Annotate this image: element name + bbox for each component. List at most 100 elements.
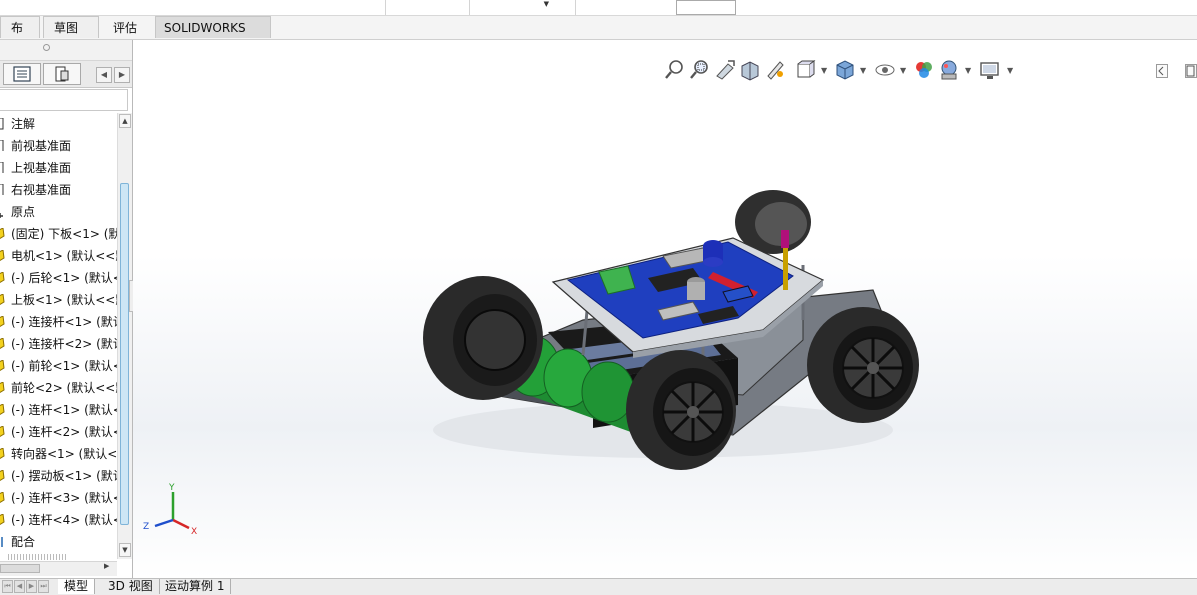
origin-icon	[0, 213, 3, 218]
scroll-left-button[interactable]: ◀	[96, 67, 112, 83]
hide-show-icon[interactable]	[874, 58, 896, 82]
mates-icon	[1, 537, 3, 547]
part-icon	[0, 426, 5, 437]
part-icon	[0, 448, 5, 459]
truncated-item	[8, 554, 68, 560]
part-icon	[0, 294, 5, 305]
tree-item-label: 原点	[11, 205, 36, 219]
scrollbar-thumb[interactable]	[120, 183, 129, 525]
view-settings-icon[interactable]	[979, 58, 1001, 82]
y-axis-label: Y	[168, 483, 175, 493]
tree-item-label: (-) 前轮<1> (默认<	[11, 359, 117, 373]
toolbar-cell	[0, 0, 386, 15]
part-icon	[0, 272, 5, 283]
part-icon	[0, 228, 5, 239]
feature-manager-panel: ◀ ▶ 注解 前视基准面 上视基准面 右视基准面 原点 (固定) 下板<1> (…	[0, 40, 137, 578]
tree-item-label: 上视基准面	[11, 161, 72, 175]
tab-model[interactable]: 模型	[58, 579, 96, 594]
scroll-down-button[interactable]: ▼	[119, 543, 131, 557]
command-manager: ▼ 布局 草图 评估 SOLIDWORKS MBD	[0, 0, 1197, 57]
tab-solidworks-mbd[interactable]: SOLIDWORKS MBD	[155, 16, 271, 57]
tree-filter-input[interactable]	[0, 89, 128, 111]
bottom-tab-bar: ⏮ ◀ ▶ ⏭ 模型 3D 视图 运动算例 1	[0, 578, 1197, 595]
tab-label: 草图	[54, 21, 79, 35]
grip-dot-icon	[43, 44, 50, 51]
last-tab-button[interactable]: ⏭	[38, 580, 49, 593]
annotation-icon	[0, 118, 4, 130]
tree-vertical-scrollbar[interactable]: ▲ ▼	[117, 113, 132, 559]
part-icon	[0, 470, 5, 481]
part-icon	[0, 492, 5, 503]
robot-car-model[interactable]	[403, 180, 933, 480]
toolbar-dropdown[interactable]: ▼	[470, 0, 576, 15]
feature-manager-tab[interactable]	[3, 63, 41, 85]
tab-evaluate[interactable]: 评估	[102, 16, 154, 38]
tree-item-label: (-) 连接杆<2> (默认	[11, 337, 117, 351]
tab-3d-view[interactable]: 3D 视图	[102, 579, 160, 594]
dropdown-arrow-icon: ▼	[543, 0, 549, 8]
tab-label: 模型	[64, 579, 89, 593]
tree-item-label: 前视基准面	[11, 139, 72, 153]
z-axis-label: Z	[143, 522, 149, 532]
part-icon	[0, 338, 5, 349]
tree-item-label: 注解	[11, 117, 36, 131]
part-icon	[0, 250, 5, 261]
first-tab-button[interactable]: ⏮	[2, 580, 13, 593]
scroll-right-arrow-icon[interactable]: ▶	[104, 562, 109, 570]
view-orientation-icon[interactable]	[794, 58, 816, 82]
z-axis-line	[154, 518, 174, 528]
tree-item-label: (-) 连杆<4> (默认<	[11, 513, 117, 527]
dropdown-arrow-icon[interactable]: ▼	[860, 66, 868, 75]
feature-tree-icon	[13, 66, 31, 82]
dynamic-annotation-icon[interactable]	[764, 58, 786, 82]
tree-item-label: (-) 连杆<3> (默认<	[11, 491, 117, 505]
edit-appearance-icon[interactable]	[913, 58, 935, 82]
toolbar-cell	[386, 0, 470, 15]
tab-label: 3D 视图	[108, 579, 153, 593]
section-view-icon[interactable]	[739, 58, 761, 82]
property-manager-icon	[55, 66, 69, 82]
front-wheel-left	[626, 350, 736, 470]
tab-motion-study[interactable]: 运动算例 1	[159, 579, 232, 594]
display-style-icon[interactable]	[834, 58, 856, 82]
tree-horizontal-scrollbar[interactable]: ▶	[0, 561, 117, 576]
zoom-to-fit-icon[interactable]	[664, 58, 686, 82]
tree-item-label: 右视基准面	[11, 183, 72, 197]
tree-item-label: (-) 摆动板<1> (默认	[11, 469, 117, 483]
plane-icon	[0, 162, 4, 173]
part-icon	[0, 404, 5, 415]
tree-item-label: (固定) 下板<1> (默	[11, 227, 117, 241]
tab-layout[interactable]: 布局	[0, 16, 40, 57]
next-tab-button[interactable]: ▶	[26, 580, 37, 593]
tree-item-label: (-) 连杆<2> (默认<	[11, 425, 117, 439]
rear-wheel-left	[423, 276, 543, 400]
expand-panel-button[interactable]	[1185, 64, 1197, 78]
prev-tab-button[interactable]: ◀	[14, 580, 25, 593]
part-icon	[0, 382, 5, 393]
previous-view-icon[interactable]	[714, 58, 736, 82]
restore-window-button[interactable]	[1156, 64, 1168, 78]
tree-item-label: 配合	[11, 535, 36, 549]
dropdown-arrow-icon[interactable]: ▼	[821, 66, 829, 75]
dropdown-arrow-icon[interactable]: ▼	[1007, 66, 1015, 75]
tab-sketch[interactable]: 草图	[43, 16, 99, 38]
tab-label: 评估	[113, 21, 138, 35]
toolbar-input-box[interactable]	[676, 0, 736, 15]
zoom-to-area-icon[interactable]	[689, 58, 711, 82]
dropdown-arrow-icon[interactable]: ▼	[900, 66, 908, 75]
graphics-area[interactable]: ▼ ▼ ▼ ▼ ▼ Y X Z	[133, 40, 1197, 578]
dropdown-arrow-icon[interactable]: ▼	[965, 66, 973, 75]
x-axis-line	[172, 518, 190, 530]
front-wheel-right	[807, 307, 919, 423]
property-manager-tab[interactable]	[43, 63, 81, 85]
tree-item-label: 电机<1> (默认<<默	[11, 249, 117, 263]
scroll-up-button[interactable]: ▲	[119, 114, 131, 128]
tree-item-label: 上板<1> (默认<<默	[11, 293, 117, 307]
panel-splitter[interactable]	[0, 40, 132, 61]
axis-triad: Y X Z	[143, 483, 197, 537]
scroll-right-button[interactable]: ▶	[114, 67, 130, 83]
part-icon	[0, 360, 5, 371]
apply-scene-icon[interactable]	[938, 58, 960, 82]
scrollbar-thumb[interactable]	[0, 564, 40, 573]
tree-item-label: (-) 后轮<1> (默认<	[11, 271, 117, 285]
